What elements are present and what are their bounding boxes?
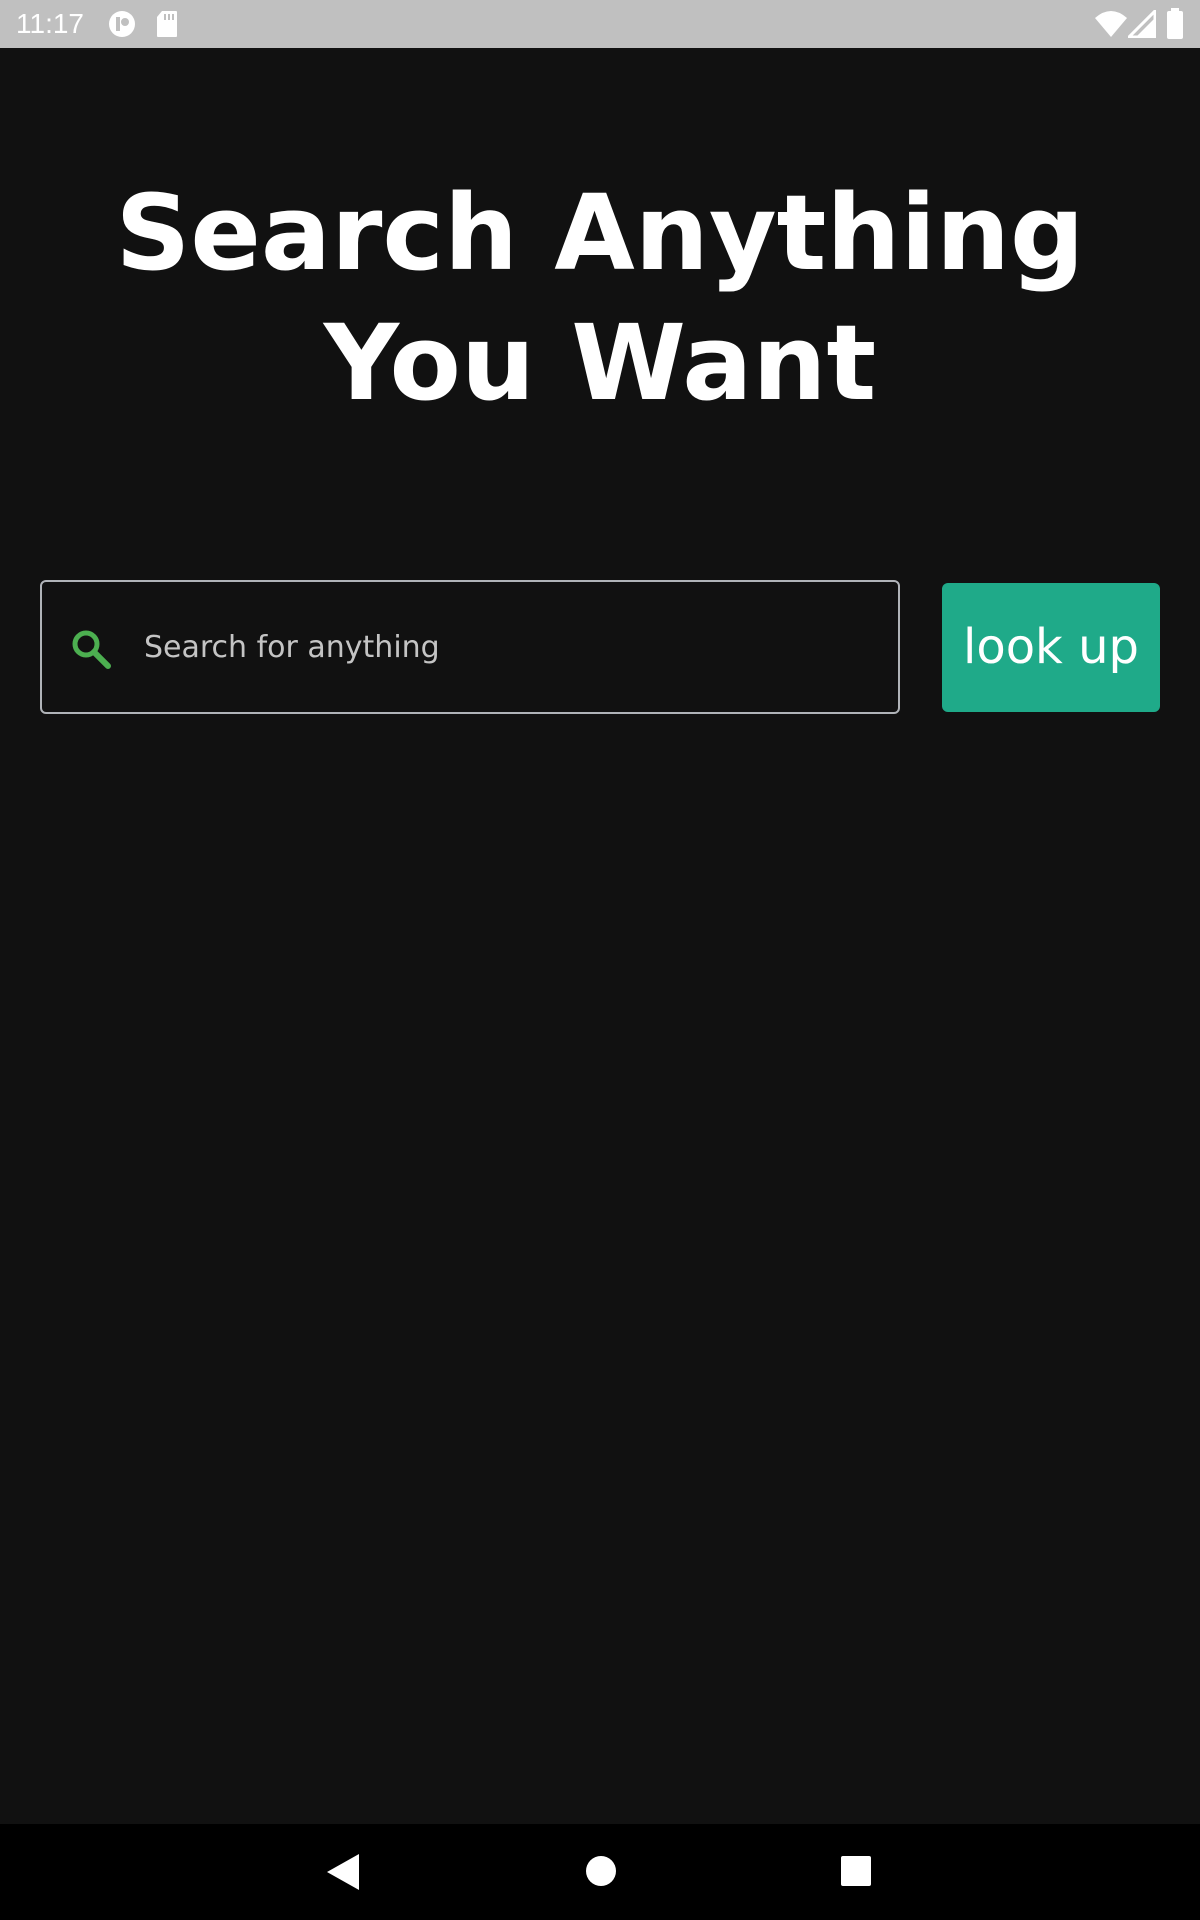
battery-icon [1167, 8, 1183, 39]
page-title: Search Anything You Want [0, 168, 1200, 428]
home-icon[interactable] [585, 1855, 617, 1887]
status-time: 11:17 [16, 8, 84, 39]
back-icon[interactable] [326, 1853, 360, 1891]
search-input[interactable] [136, 612, 892, 682]
notification-app-icon [109, 11, 135, 37]
look-up-button[interactable]: look up [942, 583, 1160, 712]
search-icon [72, 630, 111, 669]
search-field[interactable] [40, 580, 900, 714]
cell-signal-icon [1128, 10, 1156, 38]
sd-card-icon [157, 11, 177, 37]
navigation-bar [0, 1824, 1200, 1920]
wifi-icon [1095, 11, 1127, 37]
page-title-line-2: You Want [323, 302, 877, 424]
page-title-line-1: Search Anything [115, 172, 1085, 294]
status-bar: 11:17 [0, 0, 1200, 48]
recents-icon[interactable] [840, 1855, 872, 1887]
